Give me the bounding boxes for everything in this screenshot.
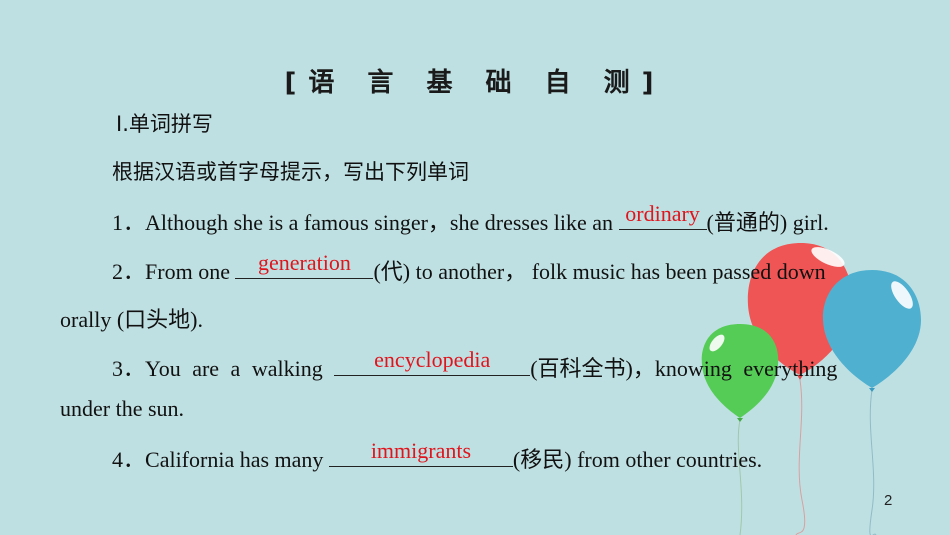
question-text-after: (代) to another， folk music has been pass…: [373, 259, 826, 284]
question-number: 4．: [112, 447, 146, 472]
question-number: 2．: [112, 259, 146, 284]
question-text-before: Although she is a famous singer，she dres…: [145, 210, 619, 235]
question-text-before: You are a walking: [145, 356, 335, 381]
answer-blank: immigrants: [328, 438, 513, 467]
section-heading: Ⅰ.单词拼写: [116, 112, 213, 136]
question-3: 3．You are a walking encyclopedia (百科全书)，k…: [112, 347, 838, 383]
question-4: 4．California has many immigrants (移民) fro…: [112, 438, 763, 474]
question-text-before: From one: [145, 259, 236, 284]
question-1: 1．Although she is a famous singer，she dr…: [112, 201, 829, 237]
question-number: 3．: [112, 356, 146, 381]
answer-blank: generation: [235, 250, 374, 279]
question-number: 1．: [112, 210, 146, 235]
instruction-text: 根据汉语或首字母提示，写出下列单词: [112, 160, 469, 184]
answer-text: ordinary: [625, 201, 700, 226]
answer-blank: encyclopedia: [334, 347, 531, 376]
answer-text: generation: [258, 250, 351, 275]
question-3-continuation: under the sun.: [60, 396, 185, 421]
answer-blank: ordinary: [618, 201, 707, 230]
answer-text: encyclopedia: [374, 347, 491, 372]
text-layer: [语 言 基 础 自 测] Ⅰ.单词拼写 根据汉语或首字母提示，写出下列单词 1…: [0, 0, 950, 535]
answer-text: immigrants: [370, 438, 472, 463]
page-title: [语 言 基 础 自 测]: [284, 68, 666, 98]
question-text-after: (移民) from other countries.: [512, 447, 763, 472]
question-text-after: (普通的) girl.: [706, 210, 829, 235]
question-2: 2．From one generation (代) to another， fol…: [112, 250, 826, 286]
question-text-before: California has many: [145, 447, 329, 472]
question-2-continuation: orally (口头地).: [60, 307, 203, 332]
slide: [语 言 基 础 自 测] Ⅰ.单词拼写 根据汉语或首字母提示，写出下列单词 1…: [0, 0, 950, 535]
question-text-after: (百科全书)，knowing everything: [530, 356, 838, 381]
